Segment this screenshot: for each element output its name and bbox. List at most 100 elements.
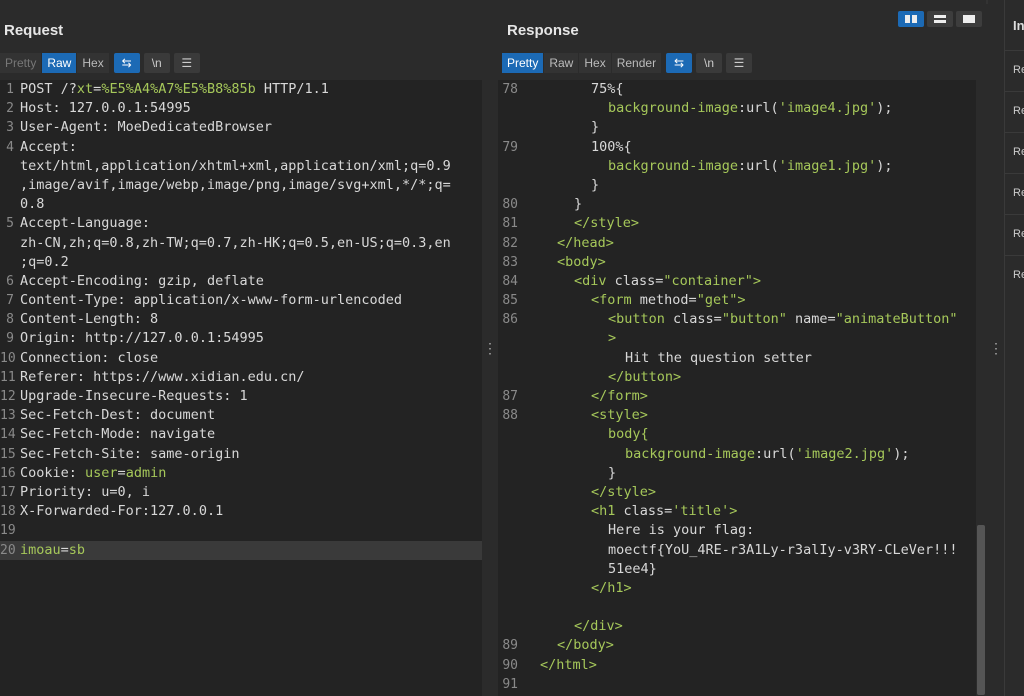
response-code-line[interactable]: background-image:url('image2.jpg');	[498, 445, 986, 464]
scrollbar-thumb[interactable]	[977, 525, 985, 695]
line-text: }	[574, 195, 582, 214]
split-horizontal-button[interactable]	[898, 11, 924, 27]
request-code-line[interactable]: 1 POST /?xt=%E5%A4%A7%E5%B8%85b HTTP/1.1	[0, 80, 482, 99]
response-code-line[interactable]	[498, 598, 986, 617]
line-text: <body>	[557, 253, 606, 272]
response-code-line[interactable]: >	[498, 329, 986, 348]
response-code-line[interactable]: 84 <div class="container">	[498, 272, 986, 291]
response-tab-raw[interactable]: Raw	[544, 53, 579, 73]
request-tab-raw[interactable]: Raw	[42, 53, 77, 73]
response-code-line[interactable]: 91	[498, 675, 986, 694]
response-code-line[interactable]: moectf{YoU_4RE-r3A1Ly-r3alIy-v3RY-CLeVer…	[498, 541, 986, 560]
request-code-line[interactable]: 0.8	[0, 195, 482, 214]
request-code-line[interactable]: 7 Content-Type: application/x-www-form-ur…	[0, 291, 482, 310]
response-code-line[interactable]: 86 <button class="button" name="animateBu…	[498, 310, 986, 329]
response-code-line[interactable]: </h1>	[498, 579, 986, 598]
wrap-lines-icon[interactable]: ⇆	[113, 53, 140, 73]
code-token: application/x-www-form-urlencoded	[133, 292, 403, 309]
request-code[interactable]: 1 POST /?xt=%E5%A4%A7%E5%B8%85b HTTP/1.1 2…	[0, 80, 482, 560]
request-code-line[interactable]: 20 imoau=sb	[0, 540, 482, 560]
response-code-line[interactable]: 85 <form method="get">	[498, 291, 986, 310]
drag-handle-icon[interactable]: ⋮	[482, 0, 498, 696]
single-view-button[interactable]	[956, 11, 982, 27]
response-code-line[interactable]: 90 </html>	[498, 656, 986, 675]
request-editor[interactable]: 1 POST /?xt=%E5%A4%A7%E5%B8%85b HTTP/1.1 2…	[0, 80, 482, 696]
response-tab-render[interactable]: Render	[611, 53, 662, 73]
response-tab-pretty[interactable]: Pretty	[502, 53, 544, 73]
response-code-line[interactable]: 83 <body>	[498, 253, 986, 272]
response-code[interactable]: 78 75%{background-image:url('image4.jpg')…	[498, 80, 986, 694]
menu-icon[interactable]: ☰	[173, 53, 200, 73]
inspector-item[interactable]: Re	[1005, 132, 1024, 170]
line-text: ,image/avif,image/webp,image/png,image/s…	[20, 176, 451, 195]
inspector-item[interactable]: Re	[1005, 214, 1024, 252]
request-code-line[interactable]: 8 Content-Length: 8	[0, 310, 482, 329]
split-vertical-button[interactable]	[927, 11, 953, 27]
drag-handle-icon[interactable]: ⋮	[988, 0, 1004, 696]
code-token: 1	[239, 388, 248, 404]
request-tab-pretty[interactable]: Pretty	[0, 53, 42, 73]
request-code-line[interactable]: 6 Accept-Encoding: gzip, deflate	[0, 272, 482, 291]
line-text: </head>	[557, 234, 614, 253]
request-code-line[interactable]: 18 X-Forwarded-For:127.0.0.1	[0, 502, 482, 521]
response-code-line[interactable]: background-image:url('image1.jpg');	[498, 157, 986, 176]
newline-icon[interactable]: \n	[696, 53, 723, 73]
response-code-line[interactable]: 78 75%{	[498, 80, 986, 99]
response-code-line[interactable]: Here is your flag:	[498, 521, 986, 540]
response-code-line[interactable]: 82 </head>	[498, 234, 986, 253]
inspector-item[interactable]: Re	[1005, 173, 1024, 211]
response-code-line[interactable]: }	[498, 464, 986, 483]
response-tab-hex[interactable]: Hex	[579, 53, 611, 73]
request-code-line[interactable]: zh-CN,zh;q=0.8,zh-TW;q=0.7,zh-HK;q=0.5,e…	[0, 234, 482, 253]
response-code-line[interactable]: </button>	[498, 368, 986, 387]
request-code-line[interactable]: 14 Sec-Fetch-Mode: navigate	[0, 425, 482, 444]
newline-icon[interactable]: \n	[143, 53, 170, 73]
response-code-line[interactable]: background-image:url('image4.jpg');	[498, 99, 986, 118]
request-code-line[interactable]: 16 Cookie: user=admin	[0, 464, 482, 483]
response-code-line[interactable]: </style>	[498, 483, 986, 502]
line-number: 79	[502, 139, 518, 155]
menu-icon[interactable]: ☰	[726, 53, 753, 73]
response-editor[interactable]: 78 75%{background-image:url('image4.jpg')…	[498, 80, 986, 696]
response-code-line[interactable]: 88 <style>	[498, 406, 986, 425]
request-code-line[interactable]: 2 Host: 127.0.0.1:54995	[0, 99, 482, 118]
request-code-line[interactable]: ;q=0.2	[0, 253, 482, 272]
request-tab-hex[interactable]: Hex	[77, 53, 109, 73]
request-code-line[interactable]: text/html,application/xhtml+xml,applicat…	[0, 157, 482, 176]
response-panel: Response Pretty Raw Hex Render ⇆ \n ☰ 78 75%{ba…	[498, 0, 986, 696]
inspector-item[interactable]: Re	[1005, 91, 1024, 129]
line-text: </style>	[591, 483, 656, 502]
response-code-line[interactable]: 80}	[498, 195, 986, 214]
request-code-line[interactable]: 11 Referer: https://www.xidian.edu.cn/	[0, 368, 482, 387]
code-token: Accept:	[20, 138, 77, 155]
request-code-line[interactable]: 3 User-Agent: MoeDedicatedBrowser	[0, 118, 482, 137]
response-code-line[interactable]: }	[498, 176, 986, 195]
request-code-line[interactable]: 5 Accept-Language:	[0, 214, 482, 233]
response-code-line[interactable]: <h1 class='title'>	[498, 502, 986, 521]
response-code-line[interactable]: body{	[498, 425, 986, 444]
request-code-line[interactable]: 10 Connection: close	[0, 349, 482, 368]
line-number: 84	[502, 273, 518, 289]
code-token: 0.8	[20, 196, 45, 213]
request-code-line[interactable]: ,image/avif,image/webp,image/png,image/s…	[0, 176, 482, 195]
inspector-item[interactable]: Re	[1005, 255, 1024, 293]
request-code-line[interactable]: 4 Accept:	[0, 138, 482, 157]
wrap-lines-icon[interactable]: ⇆	[666, 53, 693, 73]
code-token: admin	[125, 464, 167, 481]
response-code-line[interactable]: Hit the question setter	[498, 349, 986, 368]
response-code-line[interactable]: 79 100%{	[498, 138, 986, 157]
response-code-line[interactable]: </div>	[498, 617, 986, 636]
request-code-line[interactable]: 13 Sec-Fetch-Dest: document	[0, 406, 482, 425]
request-code-line[interactable]: 19	[0, 521, 482, 540]
request-code-line[interactable]: 12 Upgrade-Insecure-Requests: 1	[0, 387, 482, 406]
request-code-line[interactable]: 17 Priority: u=0, i	[0, 483, 482, 502]
response-code-line[interactable]: 87 </form>	[498, 387, 986, 406]
request-code-line[interactable]: 9 Origin: http://127.0.0.1:54995	[0, 329, 482, 348]
response-code-line[interactable]: }	[498, 118, 986, 137]
response-code-line[interactable]: 89 </body>	[498, 636, 986, 655]
response-code-line[interactable]: 51ee4}	[498, 560, 986, 579]
response-scrollbar[interactable]	[976, 80, 986, 696]
inspector-item[interactable]: Re	[1005, 50, 1024, 88]
request-code-line[interactable]: 15 Sec-Fetch-Site: same-origin	[0, 445, 482, 464]
response-code-line[interactable]: 81 </style>	[498, 214, 986, 233]
